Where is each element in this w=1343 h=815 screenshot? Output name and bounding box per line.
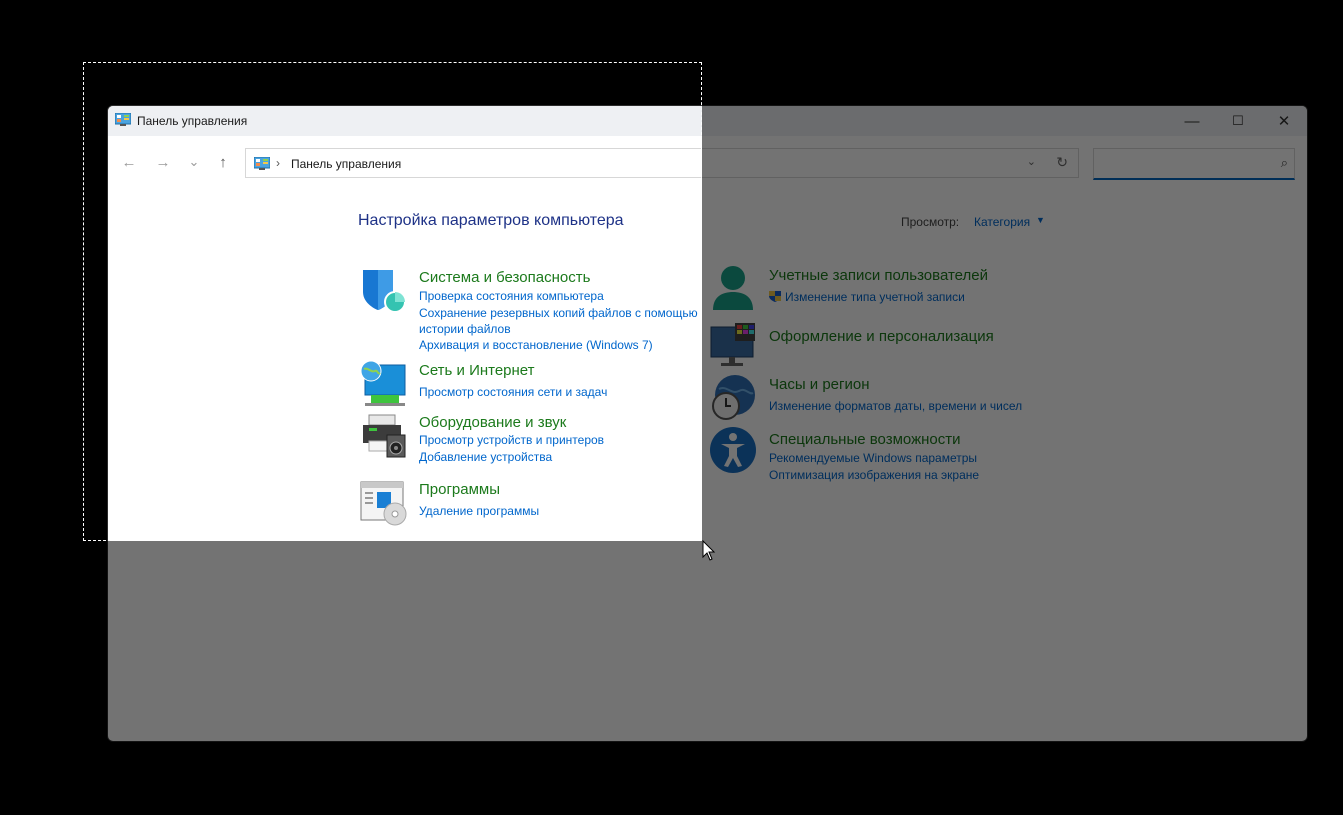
back-arrow-icon[interactable]: ← <box>117 150 141 174</box>
monitor-palette-icon <box>710 323 755 366</box>
category-title[interactable]: Сеть и Интернет <box>419 362 535 379</box>
overlay-dim-top <box>0 0 1343 62</box>
category-link[interactable]: Изменение форматов даты, времени и чисел <box>769 398 1022 414</box>
category-link[interactable]: Оптимизация изображения на экране <box>769 467 979 483</box>
page-title: Настройка параметров компьютера <box>358 212 624 229</box>
title-bar[interactable]: Панель управления — ☐ ✕ <box>108 106 1307 136</box>
category-title[interactable]: Специальные возможности <box>769 431 961 448</box>
category-link[interactable]: Сохранение резервных копий файлов с помо… <box>419 305 698 321</box>
category-title[interactable]: Оформление и персонализация <box>769 328 994 345</box>
navigation-bar: ← → ⌄ ↑ › Панель управления ⌄ ↻ ⌕ <box>108 136 1307 189</box>
minimize-button[interactable]: — <box>1169 106 1215 136</box>
shield-icon <box>363 270 406 313</box>
control-panel-window: Панель управления — ☐ ✕ ← → ⌄ ↑ › Панель… <box>107 105 1308 742</box>
user-icon <box>713 266 753 310</box>
category-title[interactable]: Программы <box>419 481 500 498</box>
network-globe-icon <box>360 360 406 406</box>
uac-shield-icon <box>769 291 781 302</box>
breadcrumb-separator-icon[interactable]: › <box>276 156 280 170</box>
view-by-dropdown[interactable]: Категория <box>974 215 1030 229</box>
close-button[interactable]: ✕ <box>1261 106 1307 136</box>
category-link[interactable]: Проверка состояния компьютера <box>419 288 604 304</box>
accessibility-icon <box>710 427 756 473</box>
category-link[interactable]: Изменение типа учетной записи <box>785 289 965 305</box>
address-dropdown-icon[interactable]: ⌄ <box>1027 155 1036 168</box>
clock-globe-icon <box>712 375 755 420</box>
window-title: Панель управления <box>137 114 248 128</box>
forward-arrow-icon[interactable]: → <box>151 150 175 174</box>
category-title[interactable]: Оборудование и звук <box>419 414 566 431</box>
maximize-button[interactable]: ☐ <box>1215 106 1261 136</box>
breadcrumb-control-panel[interactable]: Панель управления <box>291 157 401 171</box>
category-link[interactable]: Просмотр состояния сети и задач <box>419 384 607 400</box>
search-icon[interactable]: ⌕ <box>1281 155 1288 171</box>
category-link[interactable]: истории файлов <box>419 321 511 337</box>
overlay-dim-left <box>0 62 83 541</box>
search-input[interactable]: ⌕ <box>1093 148 1295 180</box>
recent-locations-chevron-icon[interactable]: ⌄ <box>182 150 206 174</box>
refresh-icon[interactable]: ↻ <box>1056 154 1068 171</box>
view-by-label: Просмотр: <box>901 215 960 229</box>
category-link[interactable]: Архивация и восстановление (Windows 7) <box>419 337 653 353</box>
category-link[interactable]: Удаление программы <box>419 503 539 519</box>
category-link[interactable]: Добавление устройства <box>419 449 552 465</box>
printer-speaker-icon <box>363 414 406 458</box>
up-arrow-icon[interactable]: ↑ <box>211 150 235 174</box>
category-title[interactable]: Часы и регион <box>769 376 870 393</box>
category-title[interactable]: Учетные записи пользователей <box>769 267 988 284</box>
category-title[interactable]: Система и безопасность <box>419 269 590 286</box>
programs-disc-icon <box>360 481 407 526</box>
category-link[interactable]: Просмотр устройств и принтеров <box>419 432 604 448</box>
control-panel-icon <box>254 157 270 170</box>
category-link[interactable]: Рекомендуемые Windows параметры <box>769 450 977 466</box>
control-panel-icon <box>115 113 131 126</box>
address-bar[interactable]: › Панель управления ⌄ ↻ <box>245 148 1079 178</box>
view-by-dropdown-arrow-icon[interactable]: ▼ <box>1036 215 1045 225</box>
